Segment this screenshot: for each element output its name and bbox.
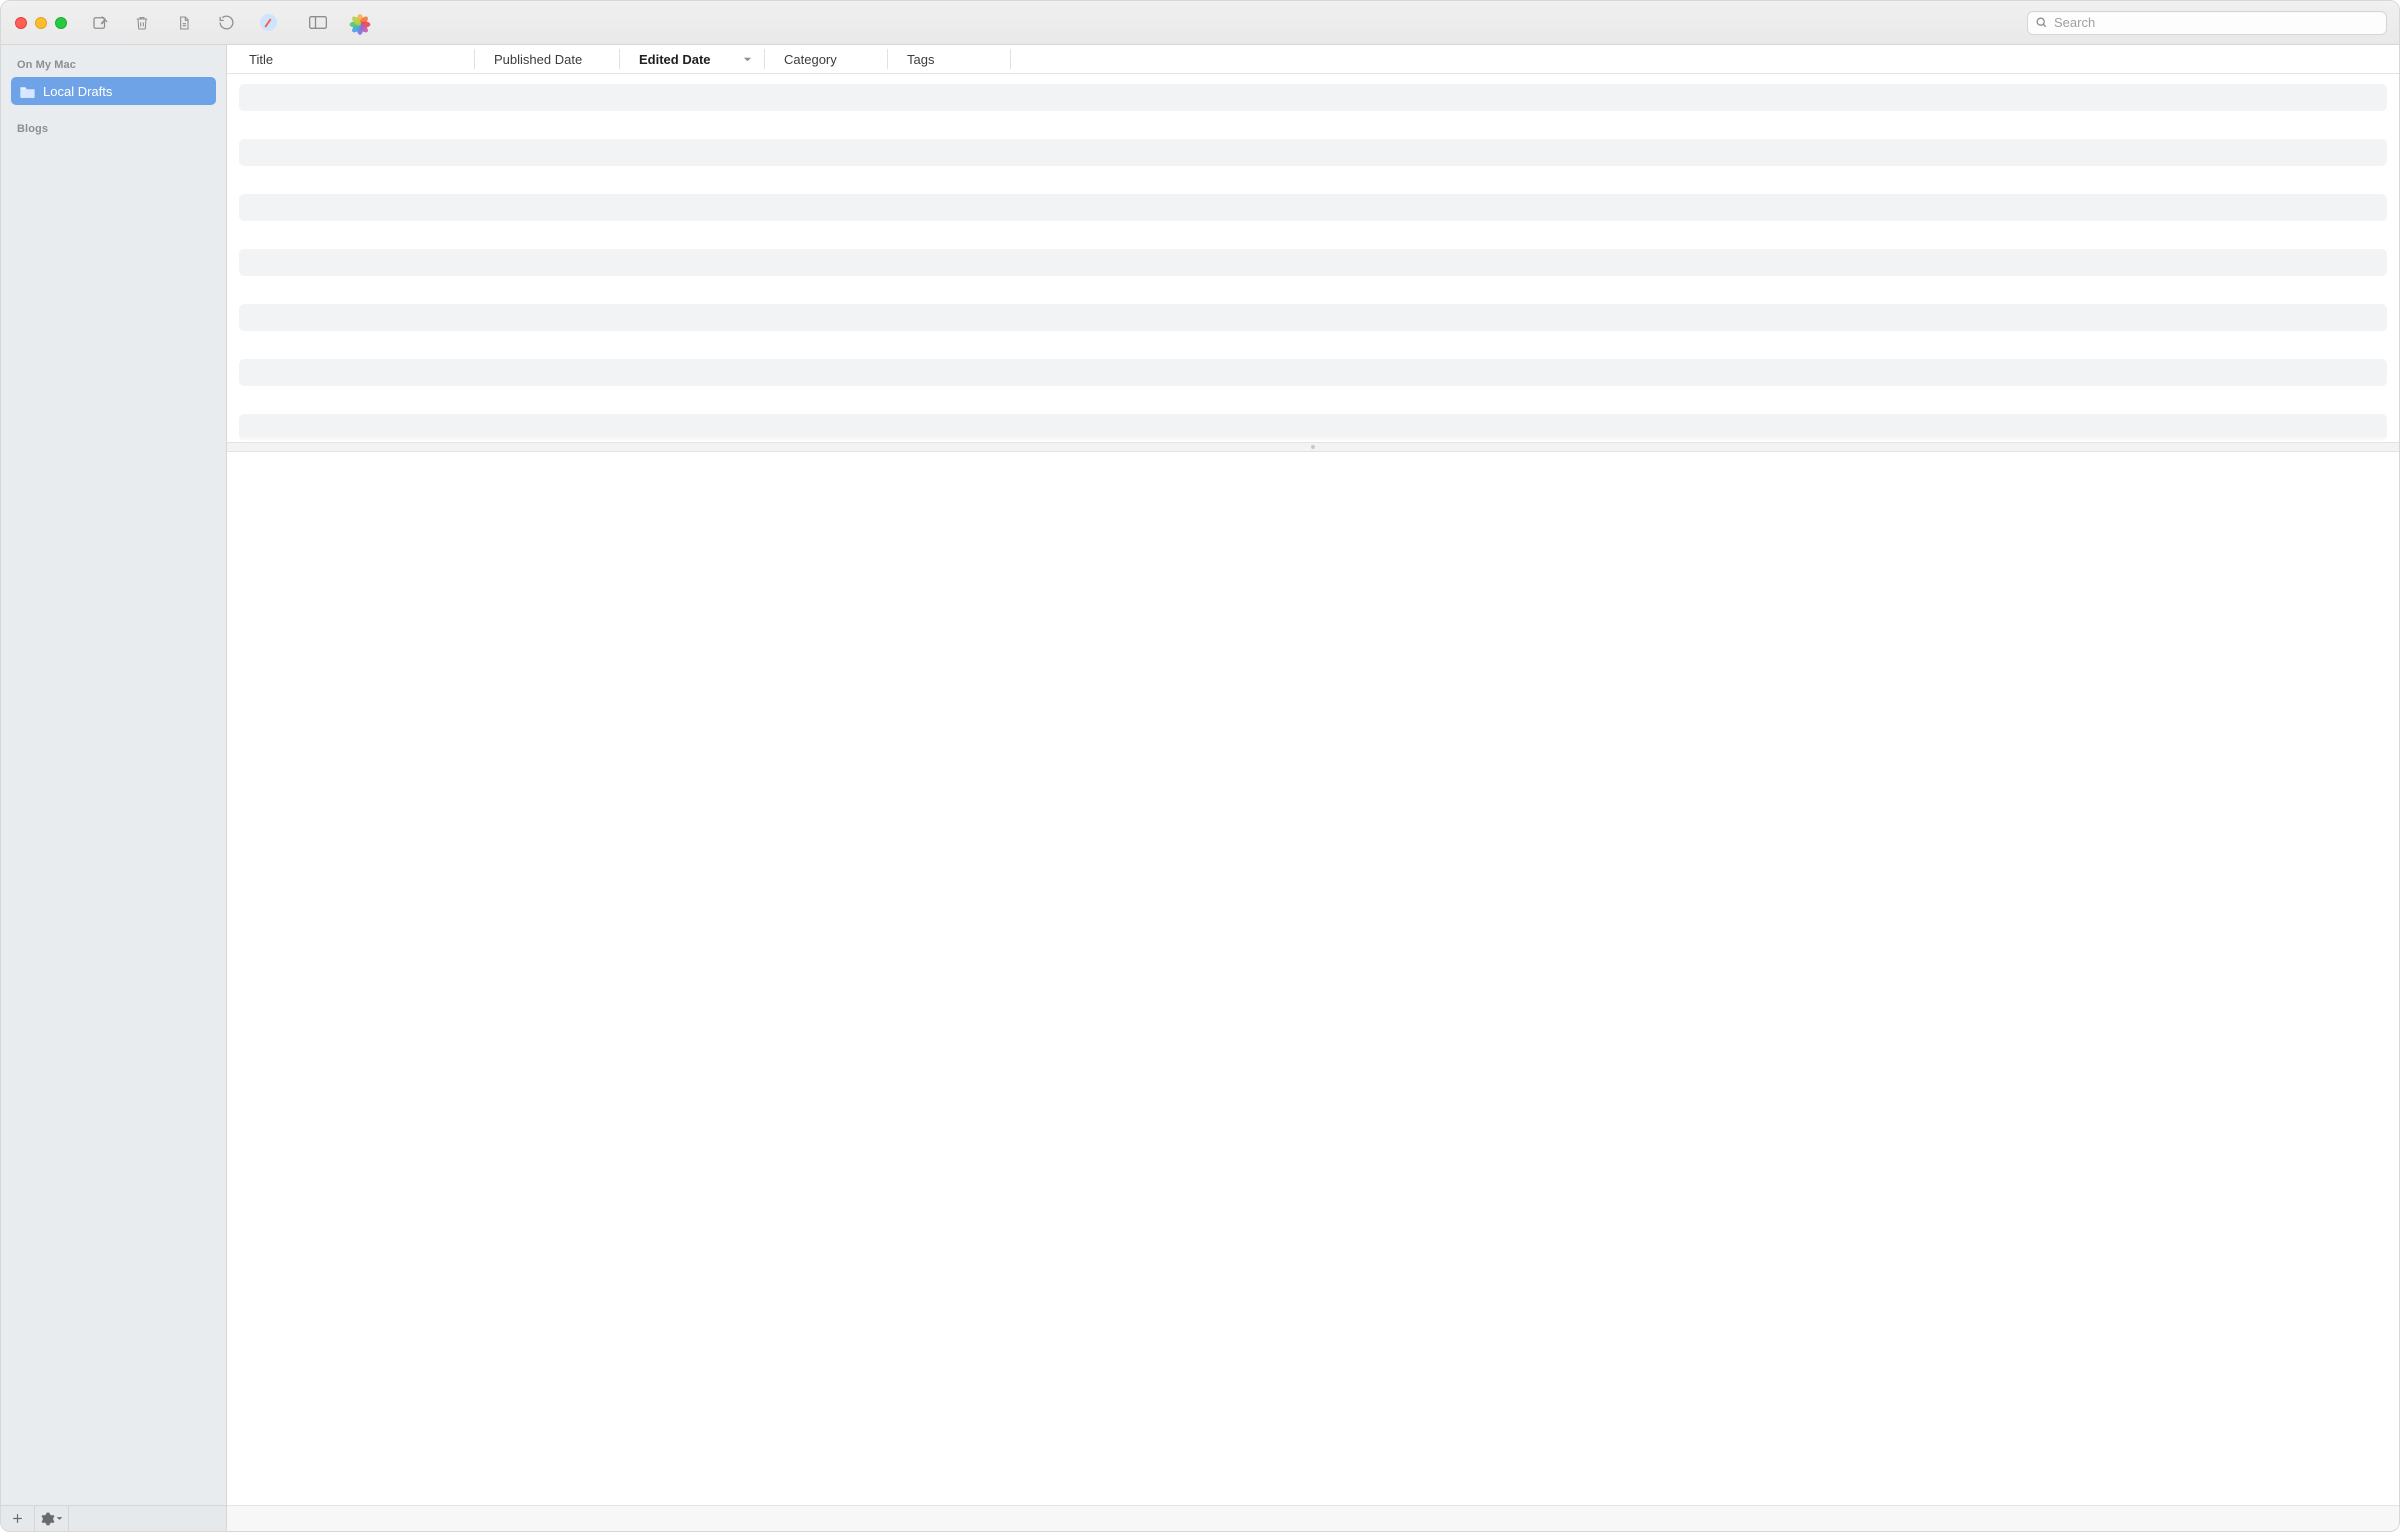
- app-window: On My Mac Local Drafts Blogs: [0, 0, 2400, 1532]
- sidebar-section-on-my-mac[interactable]: On My Mac: [11, 55, 216, 77]
- open-in-safari-button[interactable]: [257, 12, 279, 34]
- sidebar-footer: [1, 1505, 226, 1531]
- compose-icon: [91, 14, 109, 32]
- search-input[interactable]: [2054, 15, 2379, 30]
- toolbar-group-view: [307, 12, 371, 34]
- column-edited-date[interactable]: Edited Date: [619, 45, 764, 73]
- sidebar-item-local-drafts[interactable]: Local Drafts: [11, 77, 216, 105]
- column-tags[interactable]: Tags: [887, 45, 1010, 73]
- sidebar-icon: [308, 15, 328, 30]
- main-footer: [227, 1505, 2399, 1531]
- window-body: On My Mac Local Drafts Blogs: [1, 45, 2399, 1531]
- main-area: Title Published Date Edited Date Categor…: [227, 45, 2399, 1531]
- column-published-date[interactable]: Published Date: [474, 45, 619, 73]
- chevron-down-icon: [56, 1515, 63, 1522]
- sidebar-content: On My Mac Local Drafts Blogs: [1, 45, 226, 1505]
- close-window-button[interactable]: [15, 17, 27, 29]
- zoom-window-button[interactable]: [55, 17, 67, 29]
- list-row-placeholder: [239, 194, 2387, 221]
- gear-icon: [41, 1512, 55, 1526]
- minimize-window-button[interactable]: [35, 17, 47, 29]
- search-field[interactable]: [2027, 11, 2387, 35]
- list-row-placeholder: [239, 84, 2387, 111]
- list-row-placeholder: [239, 304, 2387, 331]
- sort-indicator: [735, 52, 752, 67]
- column-category[interactable]: Category: [764, 45, 887, 73]
- sidebar-settings-button[interactable]: [35, 1506, 69, 1531]
- column-headers: Title Published Date Edited Date Categor…: [227, 45, 2399, 74]
- search-icon: [2035, 16, 2048, 29]
- column-spacer: [1010, 45, 2399, 73]
- editor-area[interactable]: [227, 452, 2399, 1505]
- trash-icon: [134, 14, 150, 32]
- list-row-placeholder: [239, 249, 2387, 276]
- list-row-placeholder: [239, 359, 2387, 386]
- refresh-button[interactable]: [215, 12, 237, 34]
- sidebar-add-button[interactable]: [1, 1506, 35, 1531]
- sidebar-section-blogs[interactable]: Blogs: [11, 119, 216, 141]
- split-handle[interactable]: [227, 442, 2399, 452]
- folder-icon: [19, 85, 36, 98]
- posts-list[interactable]: [227, 74, 2399, 442]
- compose-button[interactable]: [89, 12, 111, 34]
- refresh-icon: [218, 14, 235, 31]
- toolbar-group-file: [89, 12, 279, 34]
- sidebar: On My Mac Local Drafts Blogs: [1, 45, 227, 1531]
- preview-button[interactable]: [173, 12, 195, 34]
- trash-button[interactable]: [131, 12, 153, 34]
- chevron-down-icon: [743, 55, 752, 64]
- photos-icon: [351, 14, 369, 32]
- column-edited-date-label: Edited Date: [639, 52, 711, 67]
- window-controls: [15, 17, 67, 29]
- sidebar-item-label: Local Drafts: [43, 84, 112, 99]
- plus-icon: [11, 1512, 24, 1525]
- safari-icon: [260, 14, 277, 31]
- list-fade: [227, 436, 2399, 442]
- list-row-placeholder: [239, 139, 2387, 166]
- titlebar: [1, 1, 2399, 45]
- column-title[interactable]: Title: [227, 45, 474, 73]
- posts-list-inner: [227, 74, 2399, 442]
- photos-button[interactable]: [349, 12, 371, 34]
- document-icon: [176, 14, 192, 32]
- split-dot-icon: [1311, 445, 1315, 449]
- toggle-sidebar-button[interactable]: [307, 12, 329, 34]
